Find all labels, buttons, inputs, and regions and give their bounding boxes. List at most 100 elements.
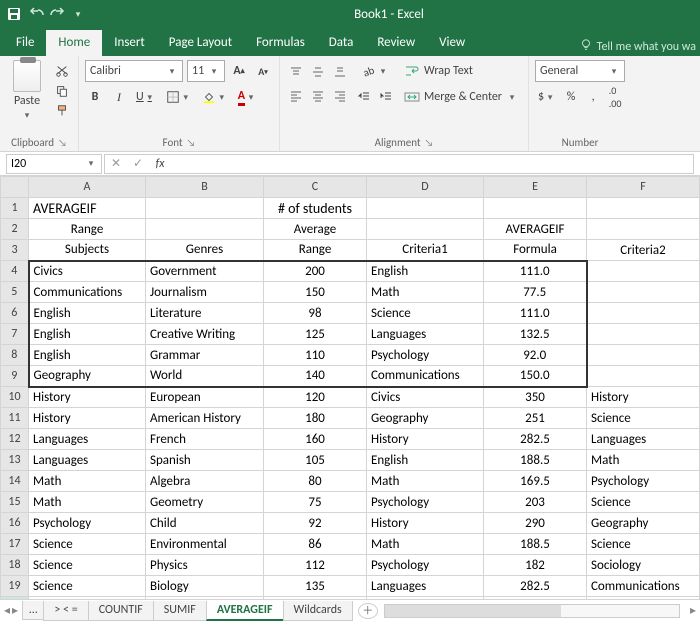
- align-left-button[interactable]: [286, 85, 306, 107]
- add-sheet-button[interactable]: ＋: [358, 603, 378, 619]
- cell[interactable]: Criteria1: [367, 240, 484, 261]
- cell[interactable]: Biology: [146, 576, 264, 597]
- row-header[interactable]: 19: [1, 576, 29, 597]
- cell[interactable]: Algebra: [146, 471, 264, 492]
- cell[interactable]: [587, 366, 700, 387]
- decrease-indent-button[interactable]: [354, 86, 374, 108]
- cell[interactable]: Communications: [587, 576, 700, 597]
- scroll-right-icon[interactable]: ▸: [686, 603, 700, 618]
- cell[interactable]: Criminal Justice: [146, 597, 264, 600]
- cell[interactable]: 77.5: [484, 282, 587, 303]
- orientation-button[interactable]: ab▾: [354, 60, 396, 82]
- cell[interactable]: Range: [264, 240, 367, 261]
- enter-formula-button[interactable]: ✓: [127, 153, 149, 175]
- cell[interactable]: 150: [264, 282, 367, 303]
- cell[interactable]: Science: [587, 534, 700, 555]
- cell[interactable]: 188.5: [484, 450, 587, 471]
- align-middle-button[interactable]: [308, 61, 328, 83]
- dialog-launcher-icon[interactable]: ↘: [425, 136, 434, 149]
- cell[interactable]: Science: [587, 408, 700, 429]
- sheet-tab[interactable]: > < =: [43, 601, 88, 621]
- bold-button[interactable]: B: [85, 86, 105, 108]
- redo-icon[interactable]: [50, 6, 66, 22]
- cell[interactable]: 222: [484, 597, 587, 600]
- percent-format-button[interactable]: %: [561, 86, 581, 108]
- cell[interactable]: Civics: [367, 387, 484, 408]
- fill-color-button[interactable]: ▾: [199, 86, 231, 108]
- cell[interactable]: History: [29, 408, 146, 429]
- merge-center-button[interactable]: Merge & Center ▾: [400, 86, 522, 108]
- cell[interactable]: Math: [29, 471, 146, 492]
- cell[interactable]: Creative Writing: [146, 324, 264, 345]
- row-header[interactable]: 16: [1, 513, 29, 534]
- cell[interactable]: Science: [29, 576, 146, 597]
- cell[interactable]: 98: [264, 303, 367, 324]
- cell[interactable]: 132.5: [484, 324, 587, 345]
- sheet-nav-first-icon[interactable]: ◂: [4, 603, 10, 618]
- cell[interactable]: Math: [367, 282, 484, 303]
- increase-font-button[interactable]: A▴: [229, 60, 249, 82]
- col-header-C[interactable]: C: [264, 177, 367, 198]
- undo-icon[interactable]: [28, 6, 44, 22]
- row-header[interactable]: 4: [1, 261, 29, 282]
- cell[interactable]: Journalism: [146, 282, 264, 303]
- col-header-A[interactable]: A: [29, 177, 146, 198]
- col-header-F[interactable]: F: [587, 177, 700, 198]
- cell[interactable]: Range: [29, 219, 146, 240]
- cell[interactable]: History: [29, 387, 146, 408]
- cell[interactable]: [367, 198, 484, 219]
- row-header[interactable]: 12: [1, 429, 29, 450]
- row-header[interactable]: 7: [1, 324, 29, 345]
- col-header-E[interactable]: E: [484, 177, 587, 198]
- cell[interactable]: Science: [29, 534, 146, 555]
- row-header[interactable]: 11: [1, 408, 29, 429]
- cell[interactable]: Psychology: [367, 555, 484, 576]
- tab-insert[interactable]: Insert: [102, 30, 157, 56]
- cell[interactable]: 282.5: [484, 429, 587, 450]
- cell[interactable]: [484, 198, 587, 219]
- cell[interactable]: Geography: [587, 513, 700, 534]
- increase-indent-button[interactable]: [376, 86, 396, 108]
- cell[interactable]: 90: [264, 597, 367, 600]
- cell[interactable]: [587, 324, 700, 345]
- horizontal-scrollbar[interactable]: [384, 604, 680, 618]
- cell[interactable]: 169.5: [484, 471, 587, 492]
- row-header[interactable]: 17: [1, 534, 29, 555]
- sheet-nav-more[interactable]: …: [22, 601, 44, 620]
- cell[interactable]: 200: [264, 261, 367, 282]
- row-header[interactable]: 18: [1, 555, 29, 576]
- cell[interactable]: 86: [264, 534, 367, 555]
- row-header[interactable]: 8: [1, 345, 29, 366]
- font-name-combo[interactable]: Calibri▾: [85, 60, 183, 82]
- cell[interactable]: French: [146, 429, 264, 450]
- cell[interactable]: Sociology: [587, 555, 700, 576]
- sheet-tab[interactable]: SUMIF: [153, 601, 207, 621]
- cell[interactable]: Math: [367, 534, 484, 555]
- accounting-format-button[interactable]: $▾: [535, 86, 559, 108]
- cell[interactable]: Languages: [587, 429, 700, 450]
- cell[interactable]: Communications: [367, 366, 484, 387]
- row-header[interactable]: 14: [1, 471, 29, 492]
- cell[interactable]: 150.0: [484, 366, 587, 387]
- wrap-text-button[interactable]: Wrap Text: [400, 60, 477, 82]
- cell[interactable]: English: [367, 450, 484, 471]
- cell[interactable]: World: [146, 366, 264, 387]
- qat-customize-icon[interactable]: ▾: [72, 9, 84, 20]
- tab-view[interactable]: View: [427, 30, 477, 56]
- cell[interactable]: History: [367, 513, 484, 534]
- cell[interactable]: English: [29, 324, 146, 345]
- sheet-nav-prev-icon[interactable]: ▸: [12, 603, 18, 618]
- cell[interactable]: Languages: [367, 324, 484, 345]
- cell[interactable]: 180: [264, 408, 367, 429]
- cell[interactable]: Geography: [29, 366, 146, 387]
- cell[interactable]: 135: [264, 576, 367, 597]
- cell[interactable]: European: [146, 387, 264, 408]
- underline-button[interactable]: U▾: [133, 86, 159, 108]
- cell[interactable]: 125: [264, 324, 367, 345]
- cell[interactable]: Geography: [367, 408, 484, 429]
- tab-review[interactable]: Review: [365, 30, 427, 56]
- cell[interactable]: 350: [484, 387, 587, 408]
- cell[interactable]: Math: [587, 450, 700, 471]
- cell[interactable]: Science: [367, 303, 484, 324]
- cell[interactable]: 140: [264, 366, 367, 387]
